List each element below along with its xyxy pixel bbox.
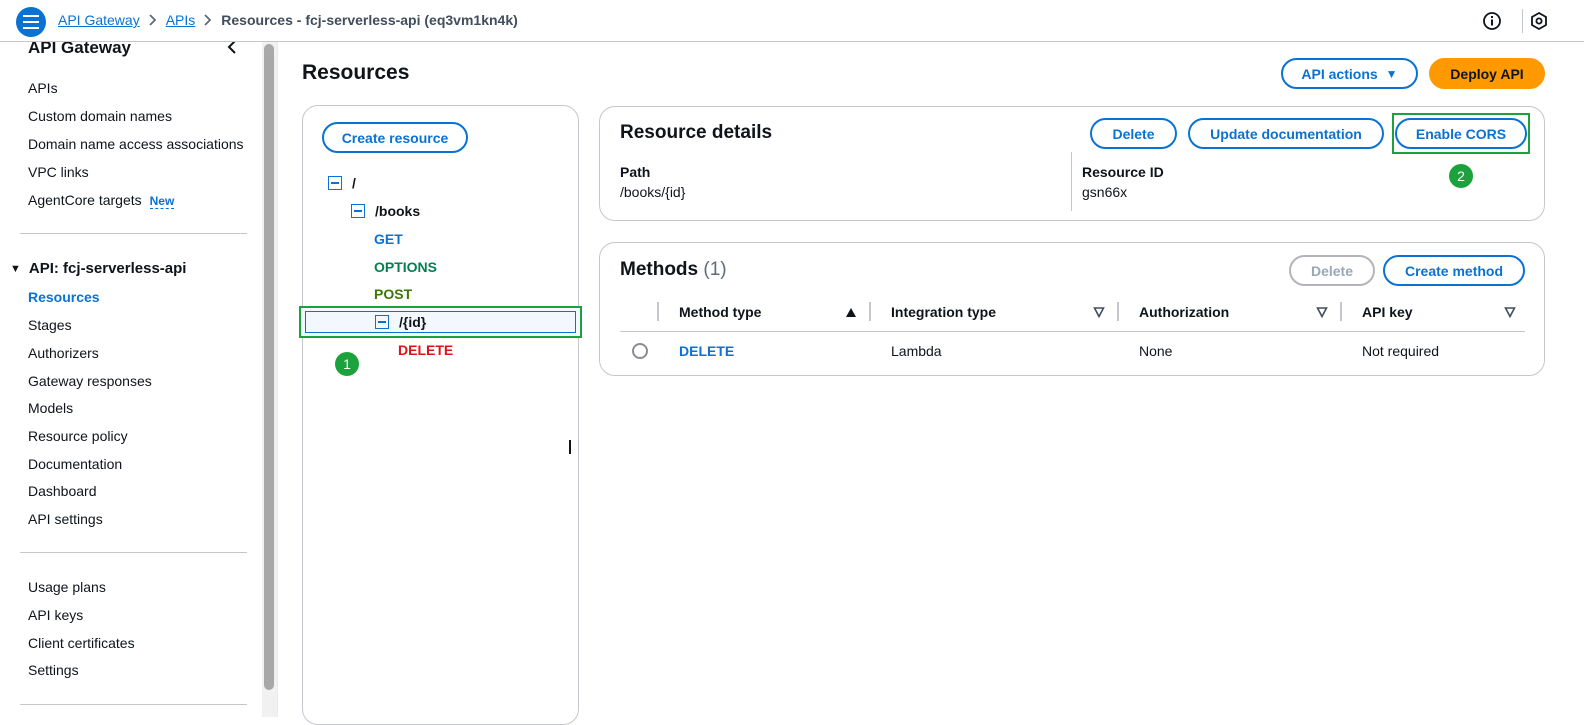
tree-node-label: / (352, 175, 356, 191)
divider (1071, 152, 1072, 211)
settings-icon[interactable] (1529, 11, 1549, 31)
caret-down-icon: ▼ (10, 262, 21, 275)
top-navigation: API Gateway APIs Resources - fcj-serverl… (0, 0, 1584, 42)
divider (20, 233, 247, 234)
delete-resource-button[interactable]: Delete (1090, 118, 1177, 149)
api-actions-button[interactable]: API actions ▼ (1281, 58, 1418, 89)
sidebar-item-resource-policy[interactable]: Resource policy (28, 428, 128, 444)
update-documentation-button[interactable]: Update documentation (1188, 118, 1384, 149)
table-row-radio[interactable] (632, 343, 648, 359)
sidebar-api-section-toggle[interactable]: ▼ API: fcj-serverless-api (10, 260, 186, 277)
tree-method-get[interactable]: GET (374, 231, 403, 247)
menu-icon[interactable] (16, 7, 46, 37)
sidebar-item-settings[interactable]: Settings (28, 662, 79, 678)
sidebar-item-api-keys[interactable]: API keys (28, 607, 83, 623)
page-title: Resources (302, 61, 410, 84)
resource-id-label: Resource ID (1082, 164, 1164, 180)
sidebar-item-vpc-links[interactable]: VPC links (28, 164, 89, 180)
collapse-icon[interactable] (328, 176, 342, 190)
selection-outline (305, 311, 576, 333)
column-header-authorization[interactable]: Authorization (1139, 304, 1229, 320)
breadcrumb: API Gateway APIs Resources - fcj-serverl… (58, 12, 518, 28)
create-resource-button[interactable]: Create resource (322, 122, 468, 153)
path-value: /books/{id} (620, 184, 686, 200)
sidebar-item-usage-plans[interactable]: Usage plans (28, 579, 106, 595)
sidebar-api-section-label: API: fcj-serverless-api (28, 260, 187, 277)
column-separator (657, 302, 659, 321)
sidebar-item-stages[interactable]: Stages (28, 317, 72, 333)
caret-down-icon: ▼ (1385, 66, 1398, 81)
sidebar-item-dashboard[interactable]: Dashboard (28, 483, 97, 499)
breadcrumb-current: Resources - fcj-serverless-api (eq3vm1kn… (221, 12, 518, 28)
methods-title-text: Methods (620, 259, 699, 280)
tree-node-label: /{id} (399, 314, 427, 330)
integration-type-cell: Lambda (891, 343, 942, 359)
breadcrumb-apis[interactable]: APIs (166, 12, 196, 28)
tree-node-books[interactable]: /books (351, 203, 420, 219)
sidebar-item-api-settings[interactable]: API settings (28, 511, 103, 527)
resource-tree-panel (302, 105, 579, 725)
divider (20, 704, 247, 705)
sidebar-item-gateway-responses[interactable]: Gateway responses (28, 373, 152, 389)
divider (620, 331, 1525, 332)
tree-method-options[interactable]: OPTIONS (374, 259, 437, 275)
divider (20, 552, 247, 553)
sidebar-item-agentcore-targets[interactable]: AgentCore targets New (28, 192, 175, 209)
step-badge-2: 2 (1449, 164, 1473, 188)
info-icon[interactable] (1482, 11, 1502, 31)
column-separator (1340, 302, 1342, 321)
delete-method-button[interactable]: Delete (1289, 255, 1375, 286)
tree-node-id-selected[interactable] (299, 306, 582, 338)
enable-cors-highlight (1392, 113, 1530, 154)
sidebar-scrollbar-thumb[interactable] (264, 44, 274, 690)
api-key-cell: Not required (1362, 343, 1440, 359)
tree-node-label: /books (375, 203, 421, 219)
sidebar-item-label: AgentCore targets (28, 192, 142, 208)
collapse-icon[interactable] (351, 204, 365, 218)
breadcrumb-api-gateway[interactable]: API Gateway (58, 12, 140, 28)
methods-title: Methods (1) (620, 259, 727, 281)
sidebar-item-client-certificates[interactable]: Client certificates (28, 635, 135, 651)
sidebar-item-models[interactable]: Models (28, 400, 73, 416)
column-header-method-type[interactable]: Method type (679, 304, 761, 320)
sidebar-item-resources[interactable]: Resources (28, 289, 100, 305)
step-badge-1: 1 (335, 352, 359, 376)
tree-method-post[interactable]: POST (374, 286, 412, 302)
column-header-api-key[interactable]: API key (1362, 304, 1413, 320)
sidebar-item-domain-name-access-associations[interactable]: Domain name access associations (28, 136, 244, 152)
method-type-cell[interactable]: DELETE (679, 343, 734, 359)
side-navigation: API Gateway APIs Custom domain names Dom… (0, 42, 262, 717)
create-method-button[interactable]: Create method (1383, 255, 1525, 286)
collapse-sidebar-icon[interactable] (225, 42, 241, 55)
sort-icon[interactable] (1316, 306, 1328, 318)
sort-icon[interactable] (1093, 306, 1105, 318)
text-cursor (569, 440, 571, 454)
column-separator (1117, 302, 1119, 321)
new-badge: New (149, 194, 175, 209)
divider (277, 42, 278, 717)
api-actions-label: API actions (1301, 65, 1378, 82)
methods-count: (1) (703, 259, 727, 280)
tree-node-root[interactable]: / (328, 175, 356, 191)
path-label: Path (620, 164, 651, 180)
sidebar-item-authorizers[interactable]: Authorizers (28, 345, 99, 361)
sort-ascending-icon[interactable] (845, 306, 857, 318)
sidebar-item-custom-domain-names[interactable]: Custom domain names (28, 108, 172, 124)
sidebar-item-apis[interactable]: APIs (28, 80, 58, 96)
resource-details-title: Resource details (620, 122, 773, 143)
divider (1522, 9, 1523, 33)
sidebar-title: API Gateway (28, 42, 131, 57)
sidebar-item-documentation[interactable]: Documentation (28, 456, 122, 472)
tree-method-delete[interactable]: DELETE (398, 342, 453, 358)
deploy-api-button[interactable]: Deploy API (1429, 58, 1545, 89)
chevron-right-icon (204, 14, 212, 26)
tree-node-id[interactable]: /{id} (375, 314, 426, 330)
sort-icon[interactable] (1504, 306, 1516, 318)
column-header-integration-type[interactable]: Integration type (891, 304, 996, 320)
resource-id-value: gsn66x (1082, 184, 1128, 200)
collapse-icon[interactable] (375, 315, 389, 329)
column-separator (869, 302, 871, 321)
chevron-right-icon (149, 14, 157, 26)
authorization-cell: None (1139, 343, 1173, 359)
